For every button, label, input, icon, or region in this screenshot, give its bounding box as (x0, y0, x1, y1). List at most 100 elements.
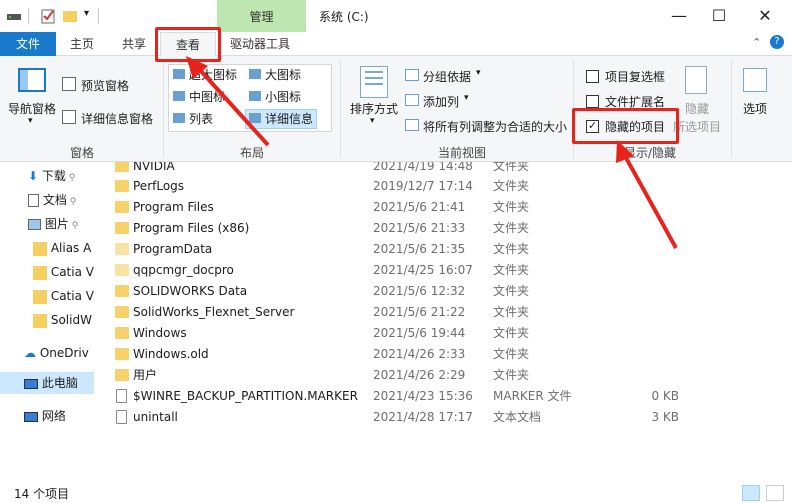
table-row[interactable]: NVIDIA 2021/4/19 14:48 文件夹 (95, 162, 792, 177)
details-option[interactable]: 详细信息 (265, 110, 313, 127)
folder-icon (115, 222, 129, 234)
nav-item-catia-1[interactable]: Catia V (33, 262, 94, 282)
nav-item-this-pc[interactable]: 此电脑 (24, 373, 78, 393)
hide-selected-button[interactable]: 隐藏 (685, 100, 709, 117)
folder-icon (115, 285, 129, 297)
help-icon[interactable]: ? (770, 35, 784, 49)
large-icons-option[interactable]: 大图标 (265, 66, 301, 83)
table-row[interactable]: 用户 2021/4/26 2:29 文件夹 (95, 365, 792, 386)
group-by-button[interactable]: 分组依据 (423, 68, 471, 85)
properties-icon[interactable] (40, 8, 56, 24)
large-icons-icon (249, 69, 261, 79)
options-button[interactable]: 选项 (743, 100, 767, 117)
table-row[interactable]: ProgramData 2021/5/6 21:35 文件夹 (95, 239, 792, 260)
folder-icon (33, 265, 47, 280)
tab-share[interactable]: 共享 (114, 32, 154, 56)
network-icon (24, 411, 38, 422)
options-icon[interactable] (743, 68, 767, 92)
hidden-folder-icon (115, 264, 129, 276)
folder-icon (115, 348, 129, 360)
add-column-button[interactable]: 添加列 (423, 93, 459, 110)
current-view-group-label: 当前视图 (437, 146, 486, 160)
nav-item-documents[interactable]: 文档 ⚲ (28, 190, 76, 210)
nav-item-catia-2[interactable]: Catia V (33, 286, 94, 306)
nav-pane-icon[interactable] (18, 68, 46, 92)
small-icons-option[interactable]: 小图标 (265, 88, 301, 105)
picture-icon (28, 219, 41, 230)
hide-selected-icon[interactable] (685, 66, 707, 94)
file-extensions-checkbox[interactable] (586, 95, 599, 108)
layout-group-label: 布局 (239, 146, 264, 160)
fit-columns-button[interactable]: 将所有列调整为合适的大小 (423, 118, 567, 135)
folder-icon (115, 306, 129, 318)
close-icon[interactable]: ✕ (755, 6, 775, 26)
table-row[interactable]: Windows 2021/5/6 19:44 文件夹 (95, 323, 792, 344)
show-hide-group-label: 显示/隐藏 (623, 146, 677, 160)
table-row[interactable]: Program Files (x86) 2021/5/6 21:33 文件夹 (95, 218, 792, 239)
minimize-icon[interactable]: — (669, 6, 689, 26)
folder-icon (115, 162, 129, 172)
title-bar: ▾ 管理 系统 (C:) — ☐ ✕ (0, 0, 792, 32)
tab-drive-tools[interactable]: 驱动器工具 (222, 32, 298, 56)
folder-icon (33, 289, 47, 304)
view-tab-highlight (155, 27, 221, 62)
table-row[interactable]: SOLIDWORKS Data 2021/5/6 12:32 文件夹 (95, 281, 792, 302)
list-option[interactable]: 列表 (189, 110, 213, 127)
text-file-icon (116, 410, 127, 424)
layout-gallery: 超大图标 大图标 中图标 小图标 列表 详细信息 (168, 64, 332, 132)
details-view-icon (249, 113, 261, 123)
large-icons-view-toggle-icon[interactable] (766, 485, 784, 501)
nav-pane-dropdown-icon[interactable]: ▾ (28, 116, 33, 126)
nav-item-pictures[interactable]: 图片 ⚲ (28, 214, 78, 234)
file-list: NVIDIA 2021/4/19 14:48 文件夹 PerfLogs 2019/12… (95, 162, 792, 482)
sort-dropdown-icon[interactable]: ▾ (370, 116, 375, 126)
medium-icons-icon (173, 91, 185, 101)
nav-item-network[interactable]: 网络 (24, 406, 66, 426)
drive-icon[interactable] (6, 8, 22, 24)
table-row[interactable]: PerfLogs 2019/12/7 17:14 文件夹 (95, 176, 792, 197)
collapse-ribbon-icon[interactable]: ⌃ (752, 36, 761, 49)
sort-button[interactable]: 排序方式 (350, 100, 398, 117)
status-bar: 14 个项目 (0, 482, 792, 503)
table-row[interactable]: $WINRE_BACKUP_PARTITION.MARKER 2021/4/23 … (95, 386, 792, 407)
customize-toolbar-icon[interactable]: ▾ (84, 8, 89, 19)
medium-icons-option[interactable]: 中图标 (189, 88, 225, 105)
fit-columns-icon (405, 119, 419, 131)
nav-item-alias[interactable]: Alias A (33, 238, 91, 258)
nav-pane-button[interactable]: 导航窗格 (8, 100, 56, 117)
item-checkboxes-checkbox[interactable] (586, 70, 599, 83)
nav-item-downloads[interactable]: ⬇ 下载 ⚲ (28, 166, 75, 186)
nav-item-solidworks[interactable]: SolidW (33, 310, 92, 330)
preview-pane-icon[interactable] (62, 77, 76, 91)
item-checkboxes-label: 项目复选框 (605, 70, 666, 84)
add-column-icon (405, 94, 419, 106)
table-row[interactable]: SolidWorks_Flexnet_Server 2021/5/6 21:22 文… (95, 302, 792, 323)
tab-home[interactable]: 主页 (62, 32, 102, 56)
table-row[interactable]: unintall 2021/4/28 17:17 文本文档 3 KB (95, 407, 792, 428)
item-count: 14 个项目 (14, 487, 70, 501)
nav-item-onedrive[interactable]: ☁ OneDriv (24, 343, 89, 363)
folder-icon (33, 313, 47, 328)
extra-large-icons-option[interactable]: 超大图标 (189, 66, 237, 83)
computer-icon (24, 378, 38, 389)
add-column-dropdown-icon[interactable]: ▾ (464, 93, 469, 103)
folder-icon (115, 327, 129, 339)
new-folder-icon[interactable] (62, 8, 78, 24)
group-by-dropdown-icon[interactable]: ▾ (476, 68, 481, 78)
table-row[interactable]: Program Files 2021/5/6 21:41 文件夹 (95, 197, 792, 218)
manage-tab[interactable]: 管理 (217, 0, 306, 32)
folder-icon (115, 201, 129, 213)
navigation-pane: ⬇ 下载 ⚲ 文档 ⚲ 图片 ⚲ Alias A Catia V Catia V… (0, 162, 94, 482)
maximize-icon[interactable]: ☐ (709, 6, 729, 26)
details-pane-icon[interactable] (62, 110, 76, 124)
table-row[interactable]: Windows.old 2021/4/26 2:33 文件夹 (95, 344, 792, 365)
preview-pane-button[interactable]: 预览窗格 (81, 77, 129, 94)
tab-file[interactable]: 文件 (0, 32, 56, 56)
details-view-toggle-icon[interactable] (742, 485, 760, 501)
table-row[interactable]: qqpcmgr_docpro 2021/4/25 16:07 文件夹 (95, 260, 792, 281)
hidden-folder-icon (115, 243, 129, 255)
extra-large-icons-icon (173, 69, 185, 79)
sort-icon[interactable] (360, 66, 388, 98)
panes-group-label: 窗格 (69, 146, 94, 160)
details-pane-button[interactable]: 详细信息窗格 (81, 110, 153, 127)
